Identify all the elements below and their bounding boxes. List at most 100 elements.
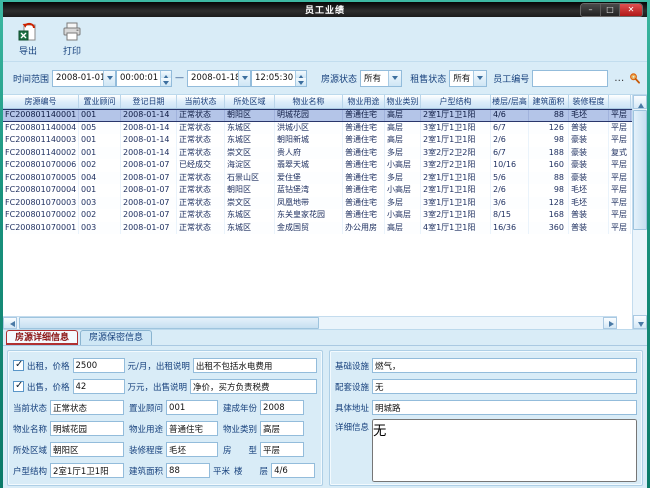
maximize-button[interactable]: □ [600, 4, 619, 16]
col-header-property-category[interactable]: 物业类别 [385, 95, 421, 108]
col-header-consultant[interactable]: 置业顾问 [79, 95, 121, 108]
address-label: 具体地址 [335, 402, 369, 414]
col-header-reg-date[interactable]: 登记日期 [121, 95, 177, 108]
filter-bar: 时间范围 2008-01-01 00:00:01 — 2008-01-18 12… [3, 62, 647, 95]
cell-status: 正常状态 [177, 122, 225, 135]
rent-checkbox[interactable] [13, 360, 24, 371]
rent-sale-dropdown-icon[interactable] [473, 71, 486, 86]
scroll-down-arrow-icon[interactable] [633, 315, 647, 329]
col-header-status[interactable]: 当前状态 [177, 95, 225, 108]
address-input[interactable] [372, 400, 637, 415]
col-header-property-use[interactable]: 物业用途 [343, 95, 385, 108]
cell-reg-date: 2008-01-14 [121, 110, 177, 121]
export-button[interactable]: 导出 [13, 19, 43, 59]
area-input[interactable] [166, 463, 210, 478]
house-type-input[interactable] [260, 442, 304, 457]
search-icon[interactable] [629, 70, 641, 87]
col-header-region[interactable]: 所处区域 [225, 95, 275, 108]
house-status-select[interactable]: 所有 [360, 70, 402, 87]
col-header-area[interactable]: 建筑面积 [529, 95, 569, 108]
table-row[interactable]: FC2008010700010032008-01-07正常状态东城区金成国贸办公… [3, 222, 632, 235]
col-header-layout[interactable]: 户型结构 [421, 95, 491, 108]
house-status-dropdown-icon[interactable] [388, 71, 401, 86]
col-header-decoration[interactable]: 装修程度 [569, 95, 609, 108]
col-header-property-name[interactable]: 物业名称 [275, 95, 343, 108]
cell-floor: 6/7 [491, 122, 529, 135]
time-from-spin-buttons[interactable] [160, 71, 171, 86]
detail-info-textarea[interactable]: 无 [372, 419, 637, 482]
date-from-dropdown-icon[interactable] [103, 71, 115, 86]
title-bar[interactable]: 员工业绩 – □ ✕ [3, 2, 647, 17]
col-header-house-id[interactable]: 房源编号 [3, 95, 79, 108]
time-to-value: 12:05:30 [252, 73, 295, 83]
property-name-input[interactable] [50, 421, 124, 436]
cell-area: 160 [529, 159, 569, 172]
decoration-input[interactable] [166, 442, 218, 457]
build-year-input[interactable] [260, 400, 304, 415]
tab-house-detail-info[interactable]: 房源详细信息 [6, 330, 78, 345]
cell-property-use: 普通住宅 [343, 172, 385, 185]
col-header-floor-type[interactable] [609, 95, 631, 108]
rent-row: 出租，价格 元/月，出租说明 [13, 356, 317, 375]
scroll-left-arrow-icon[interactable] [3, 317, 17, 329]
date-to-picker[interactable]: 2008-01-18 [187, 70, 251, 87]
date-to-dropdown-icon[interactable] [238, 71, 250, 86]
vertical-scroll-thumb[interactable] [633, 110, 647, 230]
cell-floor: 16/36 [491, 222, 529, 235]
cell-reg-date: 2008-01-07 [121, 159, 177, 172]
table-row[interactable]: FC2008011400040052008-01-14正常状态东城区洪城小区普通… [3, 122, 632, 135]
time-to-spin-buttons[interactable] [295, 71, 306, 86]
time-to-spinner[interactable]: 12:05:30 [251, 70, 307, 87]
cell-property-category: 高层 [385, 134, 421, 147]
close-button[interactable]: ✕ [619, 4, 642, 16]
table-row[interactable]: FC2008010700030032008-01-07正常状态崇文区凤凰地带普通… [3, 197, 632, 210]
sale-note-input[interactable] [190, 379, 317, 394]
detail-info-row: 详细信息 无 [335, 419, 637, 482]
facilities-input[interactable] [372, 379, 637, 394]
tab-house-secret-info[interactable]: 房源保密信息 [80, 330, 152, 345]
sale-checkbox[interactable] [13, 381, 24, 392]
browse-button[interactable]: … [614, 73, 625, 84]
cell-house-id: FC200801070003 [3, 197, 79, 210]
current-status-input[interactable] [50, 400, 124, 415]
cell-house-id: FC200801140004 [3, 122, 79, 135]
sale-price-input[interactable] [73, 379, 125, 394]
date-from-picker[interactable]: 2008-01-01 [52, 70, 116, 87]
infrastructure-input[interactable] [372, 358, 637, 373]
table-row[interactable]: FC2008011400020012008-01-14正常状态崇文区贵人府普通住… [3, 147, 632, 160]
horizontal-scroll-thumb[interactable] [19, 317, 319, 329]
property-use-input[interactable] [166, 421, 218, 436]
table-row[interactable]: FC2008010700040012008-01-07正常状态朝阳区蓝钻堡湾普通… [3, 184, 632, 197]
cell-floor: 2/6 [491, 134, 529, 147]
time-from-spinner[interactable]: 00:00:01 [116, 70, 172, 87]
cell-house-id: FC200801140001 [3, 110, 79, 121]
floor-input[interactable] [271, 463, 315, 478]
print-button[interactable]: 打印 [57, 19, 87, 59]
scroll-up-arrow-icon[interactable] [633, 95, 647, 109]
rent-sale-select[interactable]: 所有 [449, 70, 487, 87]
rent-price-input[interactable] [73, 358, 125, 373]
grid-body: FC2008011400010012008-01-14正常状态朝阳区明城花园普通… [3, 109, 632, 329]
col-header-floor[interactable]: 楼层/层高 [491, 95, 529, 108]
region-input[interactable] [50, 442, 124, 457]
cell-reg-date: 2008-01-14 [121, 122, 177, 135]
scroll-right-arrow-icon[interactable] [603, 317, 617, 329]
cell-area: 168 [529, 209, 569, 222]
rent-note-input[interactable] [193, 358, 317, 373]
horizontal-scrollbar[interactable] [3, 316, 617, 329]
cell-property-category: 多层 [385, 197, 421, 210]
layout-input[interactable] [50, 463, 124, 478]
table-row[interactable]: FC2008010700060022008-01-07已经成交海淀区翡翠天城普通… [3, 159, 632, 172]
cell-consultant: 001 [79, 134, 121, 147]
table-row[interactable]: FC2008011400030012008-01-14正常状态东城区朝阳新城普通… [3, 134, 632, 147]
table-row[interactable]: FC2008011400010012008-01-14正常状态朝阳区明城花园普通… [3, 109, 632, 122]
minimize-button[interactable]: – [581, 4, 600, 16]
employee-id-input[interactable] [532, 70, 608, 87]
cell-property-use: 普通住宅 [343, 110, 385, 121]
property-category-input[interactable] [260, 421, 304, 436]
vertical-scrollbar[interactable] [632, 95, 647, 329]
table-row[interactable]: FC2008010700050042008-01-07正常状态石景山区爱住堡普通… [3, 172, 632, 185]
cell-property-use: 办公用房 [343, 222, 385, 235]
table-row[interactable]: FC2008010700020022008-01-07正常状态东城区东关皇家花园… [3, 209, 632, 222]
consultant-input[interactable] [166, 400, 218, 415]
